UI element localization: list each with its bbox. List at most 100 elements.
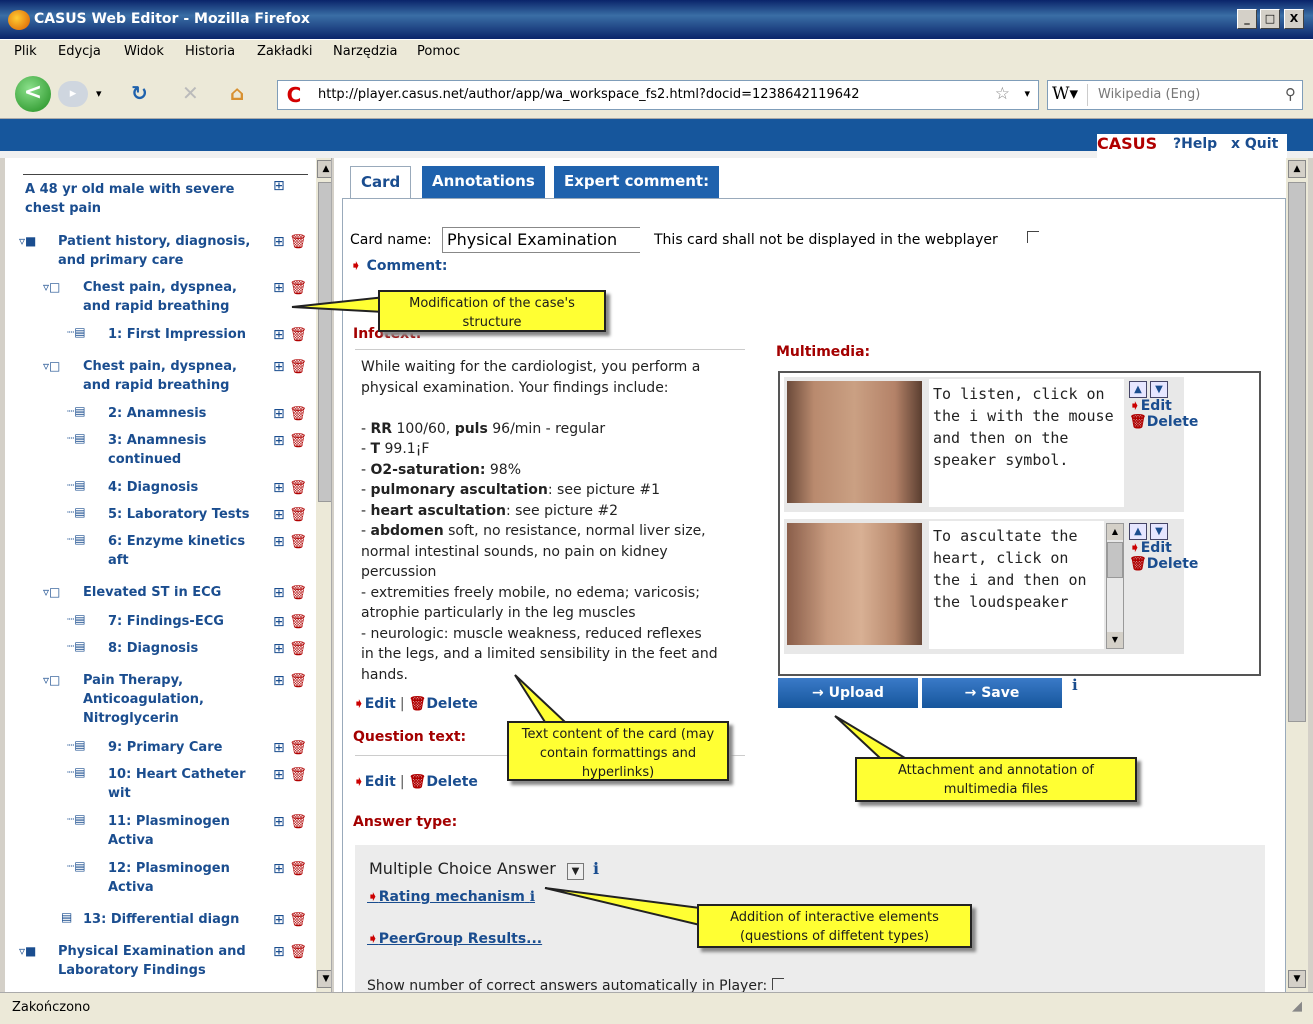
answer-type-select[interactable]: Multiple Choice Answer ▼ i [369,859,599,880]
forward-button[interactable]: ▸ [58,81,88,107]
tab-annotations[interactable]: Annotations [422,166,545,198]
trash-icon[interactable]: 🗑 [1129,556,1147,572]
menu-widok[interactable]: Widok [124,44,164,59]
move-down-icon[interactable]: ▼ [1150,381,1168,398]
tree-item[interactable]: 10: Heart Catheter wit [108,765,253,803]
tree-item[interactable]: 5: Laboratory Tests [108,505,268,524]
scroll-up-icon[interactable]: ▲ [1288,160,1306,178]
infotext-edit-link[interactable]: Edit [365,696,396,712]
tree-item[interactable]: 2: Anamnesis [108,404,268,423]
quit-link[interactable]: x Quit [1231,136,1278,152]
menu-edycja[interactable]: Edycja [58,44,101,59]
trash-icon[interactable]: 🗑 [289,814,307,830]
sidebar-scrollbar[interactable]: ▲ ▼ [316,158,331,992]
back-photo-image[interactable] [787,381,922,503]
item-actions[interactable]: ⊞ 🗑 [273,673,307,689]
folder-open-icon[interactable]: ▿■ [19,234,36,248]
tree-item[interactable]: Pain Therapy, Anticoagulation, Nitroglyc… [83,671,223,728]
trash-icon[interactable]: 🗑 [289,614,307,630]
item-actions[interactable]: ⊞ 🗑 [273,280,307,296]
folder-open-icon[interactable]: ▿□ [43,280,60,294]
scroll-down-icon[interactable]: ▼ [1107,632,1123,648]
tab-card[interactable]: Card [350,166,412,198]
folder-open-icon[interactable]: ▿□ [43,359,60,373]
help-link[interactable]: ?Help [1173,136,1217,152]
trash-icon[interactable]: 🗑 [289,359,307,375]
trash-icon[interactable]: 🗑 [289,327,307,343]
card-icon[interactable]: ┈▤ [67,612,86,626]
search-bar[interactable]: W▾ Wikipedia (Eng) ⚲ [1047,80,1303,110]
close-button[interactable]: X [1284,9,1304,29]
caption-scrollbar[interactable]: ▲ ▼ [1106,523,1124,649]
item-actions[interactable]: ⊞ 🗑 [273,406,307,422]
trash-icon[interactable]: 🗑 [289,861,307,877]
tree-item[interactable]: 1: First Impression [108,325,268,344]
card-icon[interactable]: ▤ [61,910,72,924]
tree-item[interactable]: Chest pain, dyspnea, and rapid breathing [83,357,263,395]
tree-item[interactable]: 8: Diagnosis [108,639,268,658]
item-actions[interactable]: ⊞ 🗑 [273,767,307,783]
item-actions[interactable]: ⊞ 🗑 [273,507,307,523]
menu-plik[interactable]: Plik [14,44,37,59]
tree-root-title[interactable]: A 48 yr old male with severe chest pain [25,180,265,218]
tree-item[interactable]: 9: Primary Care [108,738,268,757]
card-icon[interactable]: ┈▤ [67,478,86,492]
info-icon[interactable]: i [1072,676,1078,694]
item-actions[interactable]: ⊞ 🗑 [273,359,307,375]
folder-open-icon[interactable]: ▿□ [43,673,60,687]
comment-link[interactable]: ➧ Comment: [350,258,447,274]
search-icon[interactable]: ⚲ [1285,85,1296,103]
scroll-thumb[interactable] [1288,182,1306,722]
tree-item[interactable]: 7: Findings-ECG [108,612,268,631]
multimedia-caption[interactable]: To listen, click on the i with the mouse… [929,379,1124,507]
show-correct-checkbox[interactable] [771,978,784,990]
card-icon[interactable]: ┈▤ [67,404,86,418]
stop-icon[interactable]: ✕ [182,81,199,105]
main-scrollbar[interactable]: ▲ ▼ [1286,158,1308,992]
menu-pomoc[interactable]: Pomoc [417,44,460,59]
url-bar[interactable]: C http://player.casus.net/author/app/wa_… [277,80,1039,110]
item-actions[interactable]: ⊞ 🗑 [273,234,307,250]
item-actions[interactable]: ⊞ 🗑 [273,534,307,550]
card-icon[interactable]: ┈▤ [67,738,86,752]
question-edit-link[interactable]: Edit [365,774,396,790]
trash-icon[interactable]: 🗑 [409,774,427,790]
item-actions[interactable]: ⊞ 🗑 [273,861,307,877]
scroll-up-icon[interactable]: ▲ [1107,524,1123,540]
question-delete-link[interactable]: Delete [426,774,478,790]
home-icon[interactable]: ⌂ [230,81,244,105]
upload-button[interactable]: → Upload [778,678,918,708]
minimize-button[interactable]: _ [1237,9,1257,29]
multimedia-caption[interactable]: To ascultate the heart, click on the i a… [929,521,1104,649]
tree-item[interactable]: Elevated ST in ECG [83,583,263,602]
item-actions[interactable]: ⊞ 🗑 [273,740,307,756]
move-up-icon[interactable]: ▲ [1129,523,1147,540]
item-actions[interactable]: ⊞ 🗑 [273,327,307,343]
trash-icon[interactable]: 🗑 [289,507,307,523]
infotext-delete-link[interactable]: Delete [426,696,478,712]
item-actions[interactable]: ⊞ 🗑 [273,641,307,657]
folder-open-icon[interactable]: ▿□ [43,585,60,599]
trash-icon[interactable]: 🗑 [289,234,307,250]
card-icon[interactable]: ┈▤ [67,812,86,826]
trash-icon[interactable]: 🗑 [289,480,307,496]
tree-item[interactable]: Physical Examination and Laboratory Find… [58,942,263,980]
trash-icon[interactable]: 🗑 [289,767,307,783]
trash-icon[interactable]: 🗑 [289,280,307,296]
trash-icon[interactable]: 🗑 [289,534,307,550]
folder-open-icon[interactable]: ▿■ [19,944,36,958]
chest-photo-image[interactable] [787,523,922,645]
menu-historia[interactable]: Historia [185,44,235,59]
tree-item[interactable]: Chest pain, dyspnea, and rapid breathing [83,278,263,316]
scroll-thumb[interactable] [1107,542,1123,578]
card-icon[interactable]: ┈▤ [67,505,86,519]
card-icon[interactable]: ┈▤ [67,431,86,445]
wikipedia-engine-icon[interactable]: W▾ [1052,84,1088,106]
item-actions[interactable]: ⊞ 🗑 [273,585,307,601]
trash-icon[interactable]: 🗑 [289,433,307,449]
move-down-icon[interactable]: ▼ [1150,523,1168,540]
trash-icon[interactable]: 🗑 [289,406,307,422]
info-icon[interactable]: i [530,889,535,905]
scroll-thumb[interactable] [318,182,331,502]
item-actions[interactable]: ⊞ 🗑 [273,433,307,449]
